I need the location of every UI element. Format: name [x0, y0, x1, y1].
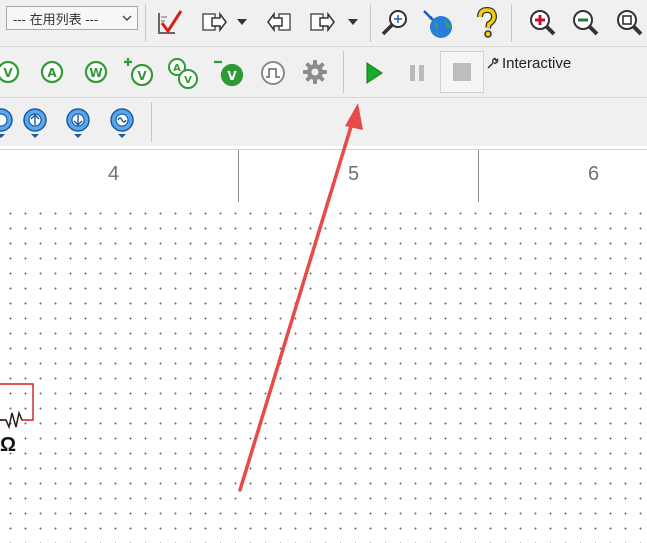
in-use-list-select[interactable]: --- 在用列表 ---	[6, 6, 138, 30]
ruler-label: 5	[348, 163, 360, 185]
current-voltage-probe-icon[interactable]: A V	[164, 54, 202, 92]
zoom-fit-icon[interactable]	[611, 6, 645, 40]
probe-direction-icon[interactable]	[107, 104, 137, 140]
differential-voltage-probe-icon[interactable]: V	[120, 54, 156, 90]
schematic-canvas[interactable]: Ω	[0, 202, 647, 543]
pause-simulation-button[interactable]	[401, 57, 433, 89]
zoom-in-icon[interactable]	[524, 6, 558, 40]
wattmeter-probe-icon[interactable]: W	[82, 58, 110, 86]
instrument-letter: V	[137, 69, 147, 83]
import-icon[interactable]	[264, 8, 294, 38]
export-dropdown-icon[interactable]	[234, 14, 250, 30]
instrument-letter: V	[184, 75, 192, 86]
wrench-icon	[486, 57, 499, 70]
main-toolbar: --- 在用列表 ---	[0, 0, 647, 47]
instruments-toolbar: V A W V A V V Interactive	[0, 47, 647, 98]
reference-voltage-probe-icon[interactable]: V	[210, 54, 246, 90]
chevron-down-icon	[121, 11, 133, 28]
probe-direction-icon[interactable]	[63, 104, 93, 140]
export-icon[interactable]	[199, 8, 229, 38]
instrument-letter: V	[227, 69, 237, 83]
instrument-letter: V	[3, 66, 13, 80]
stop-icon	[451, 61, 473, 83]
globe-icon[interactable]	[420, 6, 456, 42]
resistor-value-label: Ω	[0, 434, 17, 456]
resistor-component[interactable]	[0, 383, 34, 430]
probe-direction-icon[interactable]	[20, 104, 50, 140]
svg-text:A: A	[173, 63, 181, 74]
help-icon[interactable]	[469, 6, 503, 40]
pause-icon	[406, 62, 428, 84]
export-icon[interactable]	[307, 8, 337, 38]
in-use-list-value: --- 在用列表 ---	[13, 11, 99, 27]
horizontal-ruler: 4 5 6	[0, 149, 647, 203]
voltmeter-probe-icon[interactable]: V	[0, 58, 22, 86]
probe-direction-icon[interactable]	[0, 104, 16, 140]
instrument-letter: W	[89, 66, 102, 80]
probe-toolbar	[0, 98, 647, 146]
play-icon	[363, 60, 385, 86]
ruler-label: 4	[108, 163, 120, 185]
schematic-overlay	[0, 383, 34, 430]
export-dropdown-icon[interactable]	[345, 14, 361, 30]
run-simulation-button[interactable]	[358, 57, 390, 89]
simulation-mode-button[interactable]: Interactive	[486, 53, 586, 73]
digital-probe-icon[interactable]	[258, 58, 288, 88]
zoom-out-icon[interactable]	[567, 6, 601, 40]
ruler-label: 6	[588, 163, 600, 185]
ammeter-probe-icon[interactable]: A	[38, 58, 66, 86]
check-icon[interactable]	[152, 6, 186, 40]
stop-simulation-button[interactable]	[440, 51, 484, 93]
probe-search-icon[interactable]	[378, 6, 412, 40]
gear-icon[interactable]	[300, 57, 330, 87]
instrument-letter: A	[47, 66, 57, 80]
simulation-mode-label: Interactive	[502, 54, 572, 72]
